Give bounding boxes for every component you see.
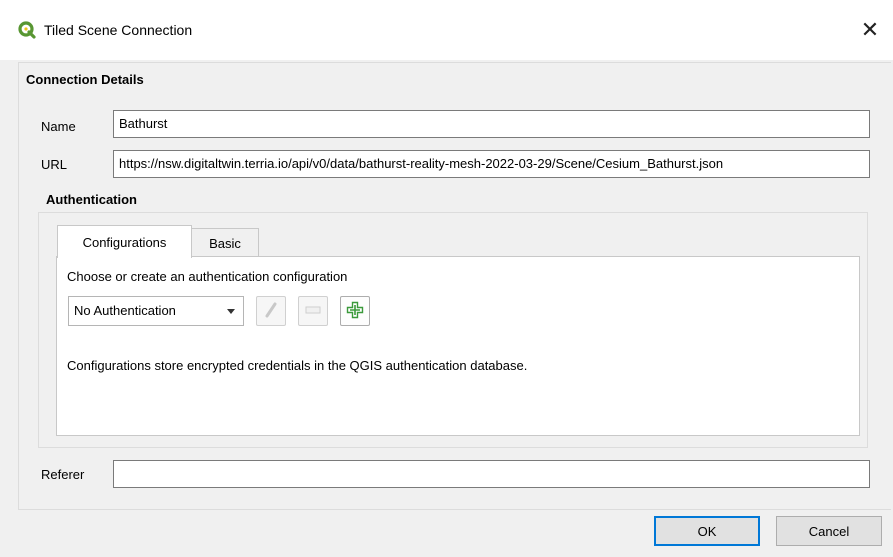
tab-configurations[interactable]: Configurations [57,225,192,258]
add-config-button[interactable] [340,296,370,326]
url-label: URL [41,157,68,172]
chevron-down-icon [227,309,235,314]
referer-field[interactable] [113,460,870,488]
ok-button[interactable]: OK [654,516,760,546]
authentication-heading: Authentication [46,192,137,207]
connection-details-heading: Connection Details [26,72,144,87]
close-icon[interactable]: ✕ [847,8,893,52]
tab-basic[interactable]: Basic [191,228,259,258]
referer-label: Referer [41,467,85,482]
pencil-icon [262,301,280,322]
edit-config-button[interactable] [256,296,286,326]
cancel-button[interactable]: Cancel [776,516,882,546]
window-title: Tiled Scene Connection [44,22,193,38]
auth-config-select[interactable]: No Authentication [68,296,244,326]
auth-config-selected: No Authentication [74,303,176,318]
qgis-logo-icon [18,21,36,39]
name-field[interactable]: Bathurst [113,110,870,138]
url-field[interactable]: https://nsw.digitaltwin.terria.io/api/v0… [113,150,870,178]
minus-icon [304,301,322,322]
plus-icon [346,301,364,322]
title-bar: Tiled Scene Connection ✕ [0,0,893,60]
auth-instruction: Choose or create an authentication confi… [67,269,348,284]
auth-info-text: Configurations store encrypted credentia… [67,358,528,373]
name-label: Name [41,119,76,134]
remove-config-button[interactable] [298,296,328,326]
